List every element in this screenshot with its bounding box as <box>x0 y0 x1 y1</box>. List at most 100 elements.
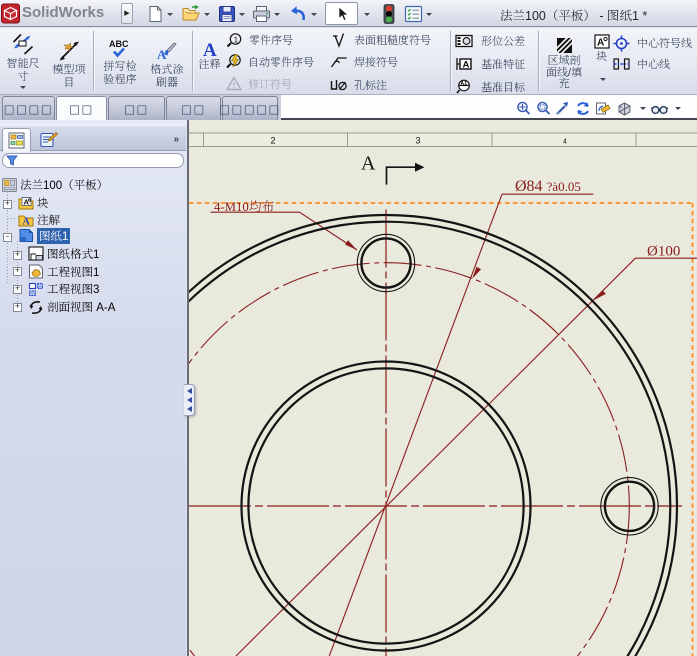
new-document-button[interactable] <box>147 3 173 25</box>
dim100-text[interactable]: Ø100 <box>647 244 680 260</box>
area-hatch-button[interactable]: 区域剖面线/填充 <box>540 37 588 91</box>
graphics-area[interactable]: 2 3 4 <box>187 120 697 656</box>
spell-checker-icon: ABC <box>107 38 133 59</box>
tree-item-annotations[interactable]: A 注解 <box>18 211 60 228</box>
section-line-marker[interactable]: A <box>361 153 424 185</box>
block-dropdown[interactable] <box>600 78 606 81</box>
app-name: SolidWorks <box>22 4 104 21</box>
tab-property-manager[interactable] <box>33 128 63 152</box>
select-tool-button[interactable] <box>325 2 358 25</box>
dim84-text[interactable]: Ø84 ?à0.05 <box>515 178 581 195</box>
sheet-properties-icon[interactable] <box>595 101 611 116</box>
outer-circle[interactable] <box>189 215 677 656</box>
dim-m10-text[interactable]: 4-M10均布 <box>214 200 275 214</box>
tab-label: □□□□□ <box>219 102 281 116</box>
outer-chamfer-circle[interactable] <box>189 222 670 656</box>
expander-plus[interactable]: + <box>13 251 22 260</box>
save-dropdown[interactable] <box>239 13 245 16</box>
tab-view-layout[interactable]: □□□□ <box>2 96 55 120</box>
open-dropdown[interactable] <box>204 13 210 16</box>
tab-annotation[interactable]: □□ <box>56 96 107 120</box>
hole-callout-label: 孔标注 <box>354 77 387 93</box>
undo-button[interactable] <box>287 3 317 25</box>
spell-checker-button[interactable]: ABC 拼写检验程序 <box>97 38 143 86</box>
expander-plus[interactable]: + <box>13 267 22 276</box>
dim-m10-leader[interactable] <box>211 212 357 250</box>
tree-item-drawing-view1[interactable]: 工程视图1 <box>28 263 99 280</box>
smart-dimension-dropdown[interactable] <box>20 86 26 89</box>
hide-show-dropdown[interactable] <box>675 107 681 110</box>
expander-plus[interactable]: + <box>13 303 22 312</box>
centerline-button[interactable]: 中心线 <box>613 55 670 72</box>
sheet-icon <box>18 228 34 243</box>
expander-minus[interactable]: - <box>3 233 12 242</box>
solidworks-window: SolidWorks ▶ <box>0 0 697 656</box>
tab-office-products[interactable]: □□□□□ <box>222 96 278 120</box>
tab-sketch[interactable]: □□ <box>108 96 165 120</box>
tree-item-drawing-view3[interactable]: 工程视图3 <box>28 281 99 298</box>
model-items-label: 模型项目 <box>49 64 89 89</box>
flange-geometry[interactable] <box>189 215 677 656</box>
tree-item-sheet-format1[interactable]: 图纸格式1 <box>28 245 99 262</box>
smart-dimension-button[interactable]: 智能尺寸 <box>1 33 45 89</box>
datum-target-button[interactable]: A1 基准目标 <box>455 78 525 95</box>
balloon-icon: 1 <box>226 32 243 48</box>
balloon-button[interactable]: 1 零件序号 <box>226 31 293 48</box>
open-button[interactable] <box>182 3 210 25</box>
revision-symbol-button[interactable]: 修订符号 <box>226 75 292 92</box>
tree-item-root[interactable]: 法兰100（平板） <box>2 176 108 193</box>
geometric-tolerance-button[interactable]: 形位公差 <box>455 33 525 50</box>
dim100-line[interactable] <box>236 258 635 656</box>
tab-evaluate[interactable]: □□ <box>166 96 221 120</box>
hide-show-glasses-icon[interactable] <box>651 103 668 115</box>
auto-balloon-button[interactable]: 自动零件序号 <box>225 53 314 70</box>
previous-view-icon[interactable] <box>555 101 570 116</box>
menu-expand-button[interactable]: ▶ <box>121 3 133 24</box>
center-mark-button[interactable]: 中心符号线 <box>613 35 692 52</box>
undo-dropdown[interactable] <box>311 13 317 16</box>
block-button[interactable]: A 块 <box>591 34 612 81</box>
panel-overflow-chevron[interactable]: » <box>173 134 178 145</box>
zoom-fit-icon[interactable] <box>516 101 531 116</box>
note-button[interactable]: A 注释 <box>195 40 224 72</box>
tree-item-blocks[interactable]: A 块 <box>18 194 49 211</box>
view-settings-cube-icon[interactable] <box>616 101 633 117</box>
print-button[interactable] <box>252 3 280 25</box>
hole-callout-button[interactable]: 孔标注 <box>330 76 387 93</box>
geometric-tolerance-label: 形位公差 <box>481 33 525 49</box>
expander-plus[interactable]: + <box>13 285 22 294</box>
tab-feature-manager-tree[interactable] <box>2 128 31 152</box>
redraw-icon[interactable] <box>575 101 591 116</box>
datum-target-icon: A1 <box>455 79 473 94</box>
toolbar-separator <box>450 31 452 91</box>
select-cursor-icon <box>335 6 349 22</box>
select-tool-dropdown[interactable] <box>364 13 370 16</box>
view-settings-dropdown[interactable] <box>640 107 646 110</box>
tree-filter-input[interactable] <box>18 155 183 166</box>
revision-symbol-icon <box>226 76 242 91</box>
section-letter: A <box>361 153 376 175</box>
datum-feature-button[interactable]: A 基准特征 <box>455 55 525 72</box>
panel-splitter-handle[interactable] <box>184 384 195 416</box>
dim84-line[interactable] <box>329 194 502 656</box>
options-button[interactable] <box>404 3 432 25</box>
surface-finish-button[interactable]: 表面粗糙度符号 <box>331 32 431 49</box>
print-icon <box>252 5 271 23</box>
save-button[interactable] <box>218 3 245 25</box>
center-mark-label: 中心符号线 <box>637 35 692 51</box>
print-dropdown[interactable] <box>274 13 280 16</box>
rebuild-indicator-button[interactable] <box>383 3 395 25</box>
expander-plus[interactable]: + <box>3 200 12 209</box>
tree-connector <box>8 218 17 219</box>
tree-item-sheet1[interactable]: 图纸1 <box>18 227 70 244</box>
tree-item-section-view[interactable]: 剖面视图 A-A <box>28 299 115 316</box>
bolt-circle-centerline[interactable] <box>189 263 629 656</box>
model-items-button[interactable]: 模型项目 <box>47 41 91 89</box>
zoom-area-icon[interactable] <box>536 101 551 116</box>
new-document-dropdown[interactable] <box>167 13 173 16</box>
weld-symbol-button[interactable]: 焊接符号 <box>330 53 398 70</box>
format-painter-button[interactable]: A 格式涂刷器 <box>144 42 190 89</box>
tree-filter-box[interactable] <box>2 153 184 168</box>
options-dropdown[interactable] <box>426 13 432 16</box>
drawing-view1-icon <box>28 264 44 279</box>
